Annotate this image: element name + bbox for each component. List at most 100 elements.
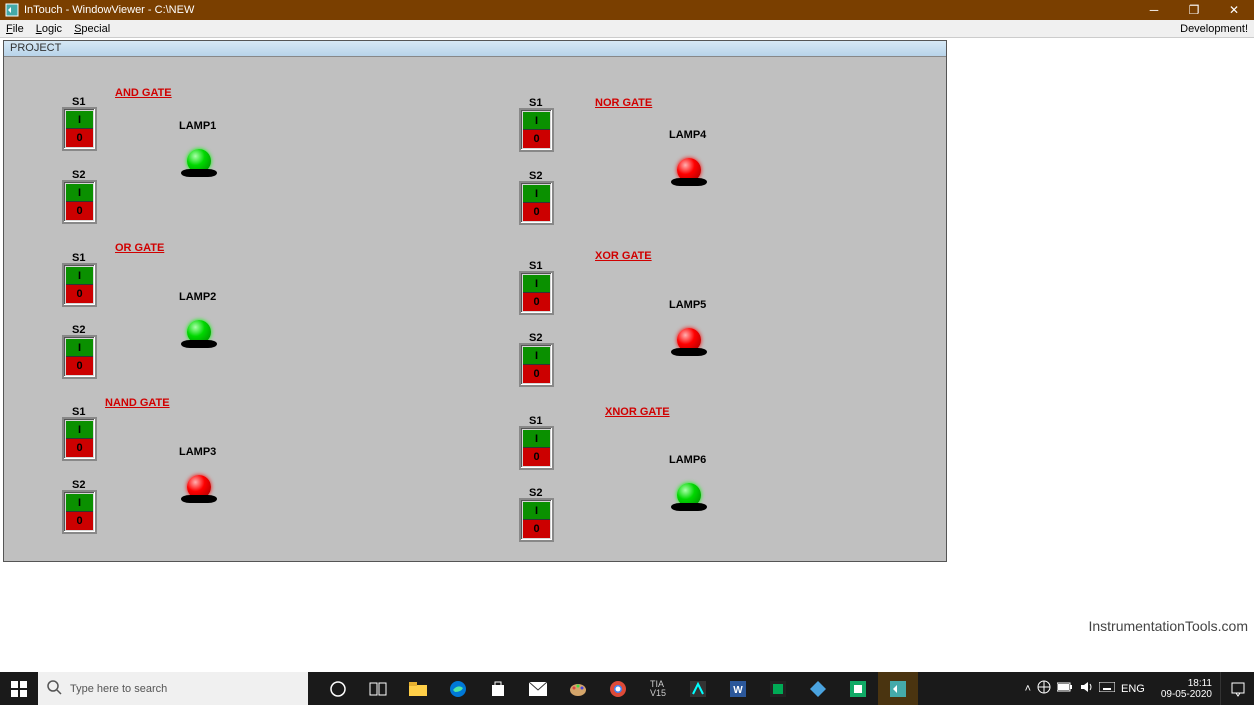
menu-file[interactable]: File: [0, 21, 30, 37]
nor-s1-on: I: [523, 112, 550, 130]
nor-lamp: [669, 146, 709, 186]
and-s1-switch[interactable]: I0: [62, 107, 97, 151]
tray-chevron-icon[interactable]: ˄: [1025, 683, 1031, 695]
clock-time: 18:11: [1161, 678, 1212, 689]
mail-icon[interactable]: [518, 672, 558, 705]
or-s2-switch[interactable]: I0: [62, 335, 97, 379]
cortana-icon[interactable]: [318, 672, 358, 705]
network-icon[interactable]: [1037, 680, 1051, 697]
project-window-title: PROJECT: [4, 41, 946, 57]
xor-s1-on: I: [523, 275, 550, 293]
keyboard-icon[interactable]: [1099, 682, 1115, 695]
nand-s1-off: 0: [66, 439, 93, 457]
app-icon-2[interactable]: [758, 672, 798, 705]
edge-icon[interactable]: [438, 672, 478, 705]
app-icon: [4, 2, 20, 18]
clock-date: 09-05-2020: [1161, 689, 1212, 700]
or-s1-switch[interactable]: I0: [62, 263, 97, 307]
language-indicator[interactable]: ENG: [1121, 683, 1145, 695]
nor-s2-off: 0: [523, 203, 550, 221]
and-s2-off: 0: [66, 202, 93, 220]
or-lamp: [179, 308, 219, 348]
chrome-icon[interactable]: [598, 672, 638, 705]
maximize-button[interactable]: ❐: [1174, 0, 1214, 20]
app-icon-4[interactable]: [838, 672, 878, 705]
xor-s2-off: 0: [523, 365, 550, 383]
nor-s1-switch[interactable]: I0: [519, 108, 554, 152]
xnor-s1-on: I: [523, 430, 550, 448]
system-tray[interactable]: ˄ ENG: [1017, 680, 1153, 697]
minimize-button[interactable]: ─: [1134, 0, 1174, 20]
menu-logic[interactable]: Logic: [30, 21, 68, 37]
xor-s2-switch[interactable]: I0: [519, 343, 554, 387]
start-button[interactable]: [0, 672, 38, 705]
search-icon: [46, 679, 62, 698]
or-s1-on: I: [66, 267, 93, 285]
clock[interactable]: 18:11 09-05-2020: [1153, 678, 1220, 700]
xor-lamp: [669, 316, 709, 356]
battery-icon[interactable]: [1057, 682, 1073, 695]
canvas: PROJECT AND GATES1I0S2I0LAMP1OR GATES1I0…: [0, 38, 1254, 672]
nand-s2-switch[interactable]: I0: [62, 490, 97, 534]
and-s2-switch[interactable]: I0: [62, 180, 97, 224]
and-lamp: [179, 137, 219, 177]
and-s1-off: 0: [66, 129, 93, 147]
nor-gate-label: NOR GATE: [595, 97, 652, 109]
app-icon-1[interactable]: [678, 672, 718, 705]
store-icon[interactable]: [478, 672, 518, 705]
word-icon[interactable]: W: [718, 672, 758, 705]
project-body: AND GATES1I0S2I0LAMP1OR GATES1I0S2I0LAMP…: [4, 57, 946, 561]
xnor-s1-off: 0: [523, 448, 550, 466]
watermark: InstrumentationTools.com: [1088, 618, 1248, 634]
taskbar: Type here to search TIAV15 W ˄ ENG 18:11…: [0, 672, 1254, 705]
menubar: File Logic Special Development!: [0, 20, 1254, 38]
intouch-taskbar-icon[interactable]: [878, 672, 918, 705]
svg-text:W: W: [733, 685, 743, 696]
and-s2-on: I: [66, 184, 93, 202]
or-gate-label: OR GATE: [115, 242, 164, 254]
nand-s1-on: I: [66, 421, 93, 439]
nand-s1-switch[interactable]: I0: [62, 417, 97, 461]
nor-lamp-label: LAMP4: [669, 129, 706, 141]
or-s2-on: I: [66, 339, 93, 357]
or-s2-off: 0: [66, 357, 93, 375]
notifications-button[interactable]: [1220, 672, 1254, 705]
nor-s2-on: I: [523, 185, 550, 203]
titlebar: InTouch - WindowViewer - C:\NEW ─ ❐ ✕: [0, 0, 1254, 20]
menu-special[interactable]: Special: [68, 21, 116, 37]
xnor-s2-on: I: [523, 502, 550, 520]
nand-s2-on: I: [66, 494, 93, 512]
nand-lamp-label: LAMP3: [179, 446, 216, 458]
and-s1-on: I: [66, 111, 93, 129]
nor-s1-off: 0: [523, 130, 550, 148]
xor-s2-on: I: [523, 347, 550, 365]
development-link[interactable]: Development!: [1174, 21, 1254, 37]
xor-gate-label: XOR GATE: [595, 250, 652, 262]
xor-s1-off: 0: [523, 293, 550, 311]
file-explorer-icon[interactable]: [398, 672, 438, 705]
xnor-gate-label: XNOR GATE: [605, 406, 670, 418]
project-window: PROJECT AND GATES1I0S2I0LAMP1OR GATES1I0…: [3, 40, 947, 562]
close-button[interactable]: ✕: [1214, 0, 1254, 20]
nand-lamp: [179, 463, 219, 503]
or-lamp-label: LAMP2: [179, 291, 216, 303]
xnor-lamp-label: LAMP6: [669, 454, 706, 466]
xnor-lamp: [669, 471, 709, 511]
xor-lamp-label: LAMP5: [669, 299, 706, 311]
volume-icon[interactable]: [1079, 680, 1093, 697]
xnor-s2-off: 0: [523, 520, 550, 538]
search-placeholder: Type here to search: [70, 683, 167, 695]
and-lamp-label: LAMP1: [179, 120, 216, 132]
nand-s2-off: 0: [66, 512, 93, 530]
search-box[interactable]: Type here to search: [38, 672, 308, 705]
nor-s2-switch[interactable]: I0: [519, 181, 554, 225]
nand-gate-label: NAND GATE: [105, 397, 170, 409]
xor-s1-switch[interactable]: I0: [519, 271, 554, 315]
task-view-icon[interactable]: [358, 672, 398, 705]
paint-icon[interactable]: [558, 672, 598, 705]
or-s1-off: 0: [66, 285, 93, 303]
tia-icon[interactable]: TIAV15: [638, 672, 678, 705]
xnor-s2-switch[interactable]: I0: [519, 498, 554, 542]
xnor-s1-switch[interactable]: I0: [519, 426, 554, 470]
app-icon-3[interactable]: [798, 672, 838, 705]
